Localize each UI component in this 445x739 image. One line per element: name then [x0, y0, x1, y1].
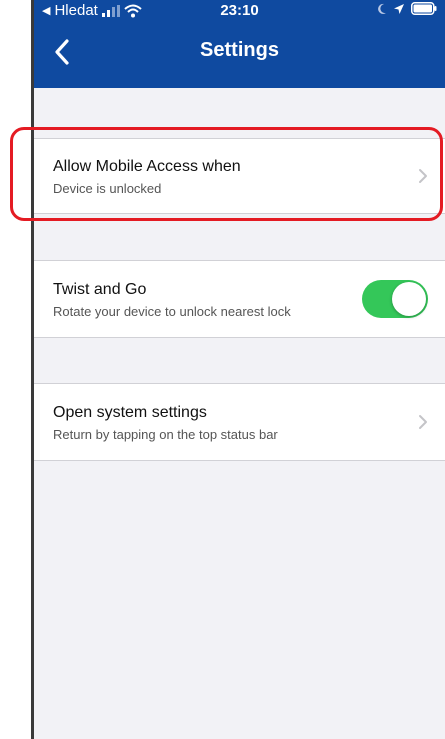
- page-title: Settings: [200, 39, 279, 61]
- twist-and-go-subtitle: Rotate your device to unlock nearest loc…: [53, 304, 291, 319]
- toggle-knob: [392, 282, 426, 316]
- location-arrow-icon: [394, 3, 404, 14]
- twist-and-go-toggle[interactable]: [362, 280, 428, 318]
- battery-icon: [411, 2, 437, 15]
- mobile-access-subtitle: Device is unlocked: [53, 181, 162, 196]
- open-system-settings-title: Open system settings: [53, 404, 207, 421]
- phone-screen: ◀ Hledat 23:10 Settings Allow Mobile Acc…: [31, 0, 445, 739]
- navigation-bar: Settings: [34, 22, 445, 88]
- chevron-right-icon: [419, 415, 427, 429]
- chevron-right-icon: [419, 169, 427, 183]
- status-bar: ◀ Hledat 23:10: [34, 0, 445, 22]
- twist-and-go-row: Twist and Go Rotate your device to unloc…: [34, 260, 445, 338]
- status-right: [377, 2, 437, 15]
- twist-and-go-title: Twist and Go: [53, 281, 147, 298]
- mobile-access-title: Allow Mobile Access when: [53, 158, 241, 175]
- mobile-access-row[interactable]: Allow Mobile Access when Device is unloc…: [34, 138, 445, 214]
- open-system-settings-subtitle: Return by tapping on the top status bar: [53, 427, 278, 442]
- moon-icon: [378, 3, 386, 14]
- open-system-settings-row[interactable]: Open system settings Return by tapping o…: [34, 383, 445, 461]
